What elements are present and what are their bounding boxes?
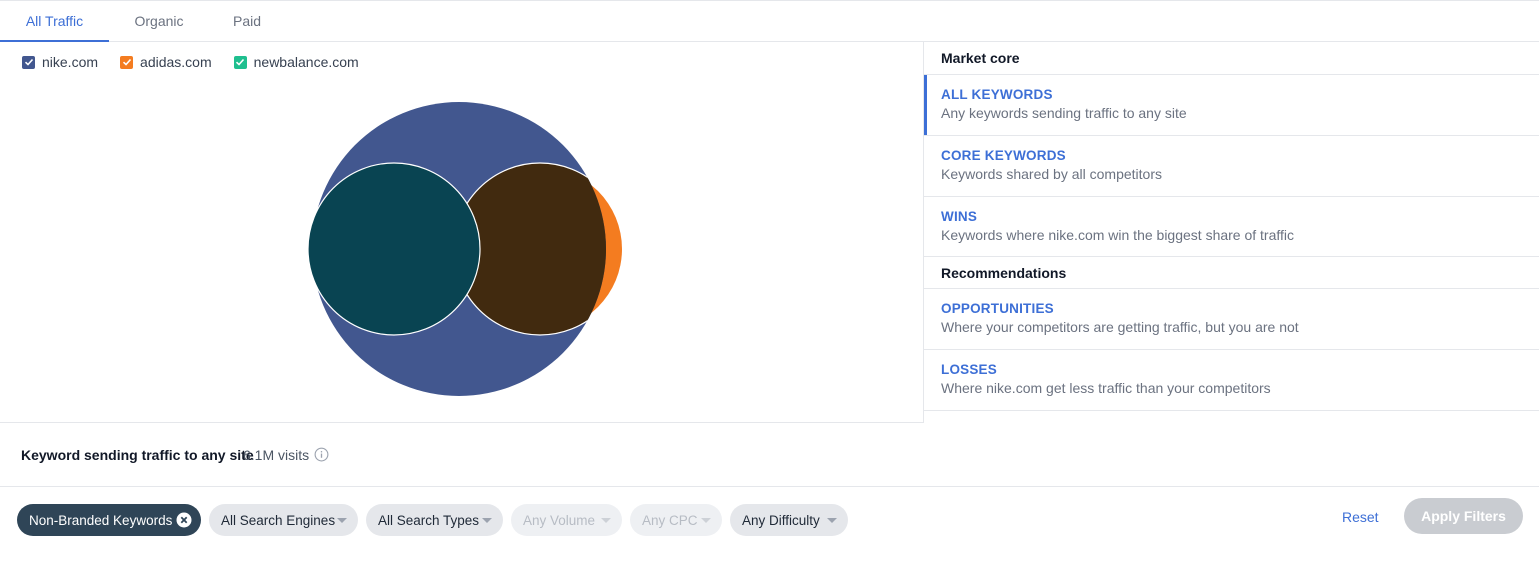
dropdown-label: Any CPC: [642, 512, 698, 528]
dropdown-label: Any Volume: [523, 512, 596, 528]
menu-title: ALL KEYWORDS: [941, 87, 1053, 102]
dropdown-label: All Search Engines: [221, 512, 336, 528]
dropdown-volume[interactable]: Any Volume: [511, 504, 622, 536]
dropdown-label: Any Difficulty: [742, 512, 820, 528]
tab-paid[interactable]: Paid: [210, 1, 284, 42]
keyword-segments-panel: Market core ALL KEYWORDS Any keywords se…: [924, 42, 1539, 413]
legend-item-adidas[interactable]: adidas.com: [120, 54, 212, 70]
tab-all-traffic[interactable]: All Traffic: [0, 1, 109, 42]
menu-title: WINS: [941, 209, 978, 224]
filter-bar: Non-Branded Keywords All Search Engines …: [0, 487, 1539, 576]
checkbox-adidas[interactable]: [120, 55, 134, 69]
dropdown-search-types[interactable]: All Search Types: [366, 504, 503, 536]
menu-title: OPPORTUNITIES: [941, 301, 1054, 316]
dropdown-difficulty[interactable]: Any Difficulty: [730, 504, 848, 536]
traffic-tabs: All Traffic Organic Paid: [0, 0, 1539, 42]
tab-organic[interactable]: Organic: [114, 1, 204, 42]
venn-diagram: [307, 102, 622, 396]
summary-label: Keyword sending traffic to any site: [21, 447, 254, 463]
chevron-down-icon: [601, 518, 611, 523]
check-icon: [122, 58, 131, 66]
menu-title: CORE KEYWORDS: [941, 148, 1066, 163]
section-recommendations: Recommendations: [924, 256, 1539, 289]
check-icon: [24, 58, 33, 66]
check-icon: [236, 58, 245, 66]
info-icon[interactable]: [314, 447, 329, 462]
menu-desc: Keywords shared by all competitors: [941, 166, 1162, 182]
chevron-down-icon: [482, 518, 492, 523]
menu-title: LOSSES: [941, 362, 997, 377]
summary-visits: 6.1M visits: [243, 447, 310, 463]
menu-desc: Keywords where nike.com win the biggest …: [941, 227, 1295, 243]
checkbox-newbalance[interactable]: [233, 55, 247, 69]
reset-button[interactable]: Reset: [1342, 509, 1379, 525]
legend-item-nike[interactable]: nike.com: [22, 54, 98, 70]
legend-label-newbalance: newbalance.com: [253, 54, 359, 70]
menu-item-opportunities[interactable]: OPPORTUNITIES Where your competitors are…: [924, 289, 1539, 350]
dropdown-label: All Search Types: [378, 512, 480, 528]
venn-panel: nike.com adidas.com newbalance.com: [0, 42, 924, 423]
chevron-down-icon: [827, 518, 837, 523]
legend-label-nike: nike.com: [42, 54, 99, 70]
menu-desc: Where nike.com get less traffic than you…: [941, 380, 1271, 396]
chevron-down-icon: [337, 518, 347, 523]
legend-label-adidas: adidas.com: [140, 54, 212, 70]
legend-item-newbalance[interactable]: newbalance.com: [233, 54, 359, 70]
chevron-down-icon: [701, 518, 711, 523]
section-market-core: Market core: [924, 42, 1539, 75]
venn-nike-newbalance-overlap[interactable]: [307, 162, 481, 336]
dropdown-cpc[interactable]: Any CPC: [630, 504, 722, 536]
chip-label: Non-Branded Keywords: [29, 512, 173, 528]
checkbox-nike[interactable]: [22, 55, 35, 69]
close-icon[interactable]: [176, 512, 192, 528]
menu-desc: Where your competitors are getting traff…: [941, 319, 1299, 335]
menu-item-core-keywords[interactable]: CORE KEYWORDS Keywords shared by all com…: [924, 136, 1539, 197]
menu-item-all-keywords[interactable]: ALL KEYWORDS Any keywords sending traffi…: [924, 75, 1539, 136]
menu-item-wins[interactable]: WINS Keywords where nike.com win the big…: [924, 197, 1539, 256]
dropdown-search-engines[interactable]: All Search Engines: [209, 504, 358, 536]
summary-row: Keyword sending traffic to any site 6.1M…: [0, 423, 1539, 487]
chip-non-branded[interactable]: Non-Branded Keywords: [17, 504, 201, 536]
menu-item-losses[interactable]: LOSSES Where nike.com get less traffic t…: [924, 350, 1539, 411]
legend: nike.com adidas.com newbalance.com: [22, 54, 381, 70]
apply-filters-button[interactable]: Apply Filters: [1404, 498, 1523, 534]
menu-desc: Any keywords sending traffic to any site: [941, 105, 1187, 121]
